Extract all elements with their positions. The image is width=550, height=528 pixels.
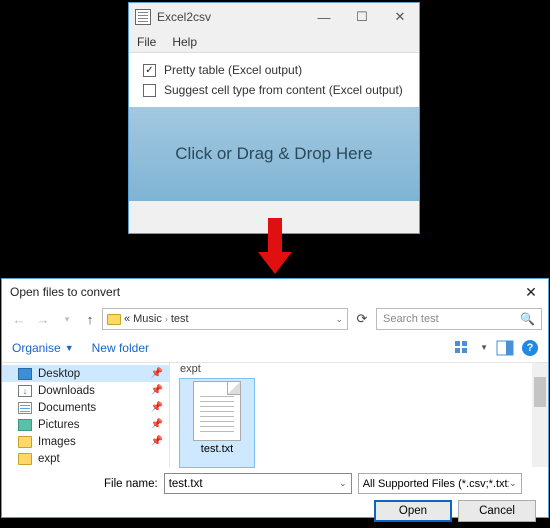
chevron-down-icon[interactable]: ▼ (480, 343, 488, 352)
nav-forward-button[interactable]: → (32, 312, 54, 327)
search-placeholder: Search test (383, 313, 439, 325)
documents-icon (18, 402, 32, 414)
option-label: Pretty table (Excel output) (164, 63, 302, 77)
scrollbar-thumb[interactable] (534, 377, 546, 407)
sidebar-item-pictures[interactable]: Pictures📌 (2, 416, 169, 433)
downloads-icon (18, 385, 32, 397)
chevron-down-icon[interactable]: ⌄ (335, 314, 343, 325)
chevron-right-icon: › (165, 314, 168, 324)
pin-icon: 📌 (151, 368, 163, 379)
menu-file[interactable]: File (137, 35, 156, 49)
sidebar-item-desktop[interactable]: Desktop📌 (2, 365, 169, 382)
drop-zone[interactable]: Click or Drag & Drop Here (129, 107, 419, 201)
maximize-button[interactable]: ☐ (343, 3, 381, 31)
pin-icon: 📌 (151, 402, 163, 413)
file-list[interactable]: expt test.txt (170, 363, 548, 467)
minimize-button[interactable]: — (305, 3, 343, 31)
new-folder-button[interactable]: New folder (92, 341, 149, 355)
sidebar-item-documents[interactable]: Documents📌 (2, 399, 169, 416)
view-thumbnails-icon[interactable] (454, 340, 472, 356)
pictures-icon (18, 419, 32, 431)
menu-help[interactable]: Help (172, 35, 197, 49)
arrow-graphic (258, 218, 292, 280)
dialog-titlebar[interactable]: Open files to convert ✕ (2, 279, 548, 305)
folder-icon (107, 314, 121, 325)
chevron-down-icon[interactable]: ▾ (56, 314, 78, 325)
folder-icon (18, 453, 32, 465)
sidebar: Desktop📌 Downloads📌 Documents📌 Pictures📌… (2, 363, 170, 467)
open-file-dialog: Open files to convert ✕ ← → ▾ ↑ « Music … (1, 278, 549, 518)
sidebar-item-expt[interactable]: expt (2, 450, 169, 467)
file-type-filter[interactable]: All Supported Files (*.csv;*.txt;*. ⌄ (358, 473, 522, 494)
app-window: Excel2csv — ☐ ✕ File Help ✓ Pretty table… (128, 2, 420, 234)
pin-icon: 📌 (151, 385, 163, 396)
pin-icon: 📌 (151, 436, 163, 447)
chevron-down-icon[interactable]: ⌄ (339, 478, 347, 489)
chevron-down-icon: ▼ (65, 343, 74, 353)
scrollbar[interactable] (532, 363, 548, 467)
sidebar-item-downloads[interactable]: Downloads📌 (2, 382, 169, 399)
refresh-button[interactable]: ⟳ (350, 311, 374, 327)
chevron-down-icon: ⌄ (509, 478, 517, 489)
close-button[interactable]: ✕ (381, 3, 419, 31)
nav-back-button[interactable]: ← (8, 312, 30, 327)
menu-bar: File Help (129, 31, 419, 53)
checkbox-icon (143, 84, 156, 97)
option-label: Suggest cell type from content (Excel ou… (164, 83, 403, 97)
breadcrumb-seg[interactable]: test (171, 313, 189, 325)
preview-pane-icon[interactable] (496, 340, 514, 356)
search-icon: 🔍 (520, 312, 535, 326)
text-file-icon (193, 381, 241, 441)
folder-icon (18, 436, 32, 448)
checkbox-icon: ✓ (143, 64, 156, 77)
file-item[interactable]: test.txt (180, 379, 254, 467)
file-name-label: File name: (104, 478, 158, 490)
breadcrumb[interactable]: « Music › test ⌄ (102, 308, 348, 330)
app-icon (135, 9, 151, 25)
organise-button[interactable]: Organise ▼ (12, 341, 74, 355)
file-name-label: test.txt (180, 443, 254, 457)
file-name-input[interactable]: test.txt ⌄ (164, 473, 352, 494)
breadcrumb-seg[interactable]: Music (133, 313, 162, 325)
titlebar[interactable]: Excel2csv — ☐ ✕ (129, 3, 419, 31)
column-header[interactable]: expt (180, 363, 201, 375)
sidebar-item-images[interactable]: Images📌 (2, 433, 169, 450)
app-title: Excel2csv (157, 10, 305, 24)
desktop-icon (18, 368, 32, 380)
option-suggest-cell-type[interactable]: Suggest cell type from content (Excel ou… (143, 83, 405, 97)
option-pretty-table[interactable]: ✓ Pretty table (Excel output) (143, 63, 405, 77)
nav-up-button[interactable]: ↑ (80, 312, 100, 327)
help-icon[interactable]: ? (522, 340, 538, 356)
pin-icon: 📌 (151, 419, 163, 430)
search-input[interactable]: Search test 🔍 (376, 308, 542, 330)
close-icon[interactable]: ✕ (522, 284, 540, 301)
dialog-title: Open files to convert (10, 285, 522, 299)
